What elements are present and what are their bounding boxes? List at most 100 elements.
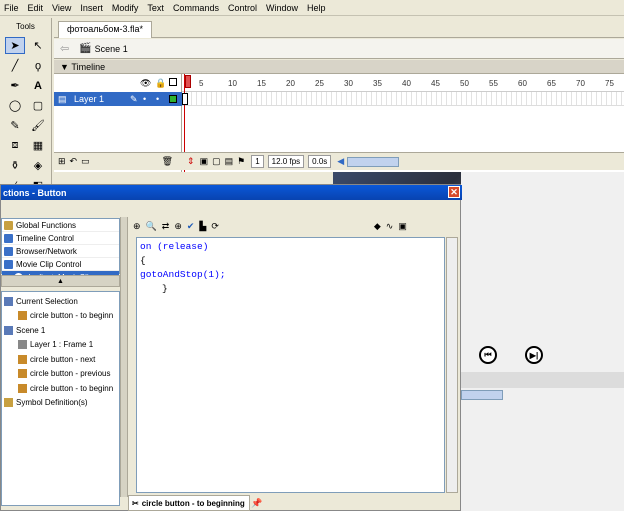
script-tab-label: circle button - to beginning (141, 498, 245, 508)
ruler-tick: 70 (576, 79, 585, 88)
fill-transform-tool-icon[interactable]: ▦ (28, 137, 48, 154)
ruler-tick: 30 (344, 79, 353, 88)
menu-item-insert[interactable]: Insert (80, 3, 103, 13)
outline-icon[interactable] (169, 78, 177, 86)
view-options-icon[interactable]: ▣ (398, 221, 407, 232)
arrow-tool-icon[interactable]: ➤ (5, 37, 25, 54)
free-transform-tool-icon[interactable]: ⧈ (5, 137, 25, 154)
pin-script-icon[interactable]: 📌 (251, 498, 262, 509)
scroll-left-icon[interactable]: ◀ (337, 156, 344, 167)
add-motion-guide-icon[interactable]: ↶ (70, 156, 78, 167)
next-button-icon[interactable]: ▶| (525, 346, 543, 364)
keyframe-icon[interactable] (182, 93, 188, 105)
tree-item[interactable]: circle button - to beginn (2, 381, 119, 396)
button-symbol-icon (18, 354, 27, 364)
stage-scrollbar[interactable] (461, 390, 503, 400)
find-icon[interactable]: 🔍 (146, 221, 157, 232)
action-category-item[interactable]: Movie Clip Control (2, 258, 119, 271)
tree-item[interactable]: Current Selection (2, 294, 119, 309)
lock-icon[interactable]: 🔒 (155, 78, 166, 89)
eye-icon[interactable]: 👁 (140, 78, 151, 89)
layer-row[interactable]: ▤ Layer 1 ✎ • • (54, 92, 182, 106)
menu-item-modify[interactable]: Modify (112, 3, 139, 13)
delete-layer-icon[interactable]: 🗑 (162, 156, 173, 167)
action-category-item[interactable]: Global Functions (2, 219, 119, 232)
pen-tool-icon[interactable]: ✒ (5, 77, 25, 94)
paint-bucket-tool-icon[interactable]: ◈ (28, 157, 48, 174)
tree-item[interactable]: Layer 1 : Frame 1 (2, 338, 119, 353)
vertical-splitter[interactable] (120, 217, 128, 497)
auto-format-icon[interactable]: ▙ (199, 221, 206, 232)
timeline-scrollbar[interactable] (347, 156, 400, 167)
tree-item[interactable]: Symbol Definition(s) (2, 396, 119, 411)
library-icon (4, 398, 13, 408)
code-hint-icon[interactable]: ⟳ (211, 221, 219, 232)
frame-ruler[interactable]: 5 10 15 20 25 30 35 40 45 50 55 60 65 70 75 (182, 74, 624, 92)
modify-onion-markers-icon[interactable]: ⚑ (237, 156, 245, 167)
text-tool-icon[interactable]: A (28, 77, 48, 94)
menu-item-window[interactable]: Window (266, 3, 298, 13)
target-path-icon[interactable]: ⊕ (174, 221, 182, 232)
oval-tool-icon[interactable]: ◯ (5, 97, 25, 114)
onion-skin-icon[interactable]: ▣ (200, 156, 209, 167)
script-editor[interactable]: on (release) { gotoAndStop(1); } (136, 237, 445, 493)
check-syntax-icon[interactable]: ✔ (187, 221, 195, 232)
edit-multiple-frames-icon[interactable]: ▤ (225, 156, 234, 167)
menu-item-edit[interactable]: Edit (28, 3, 44, 13)
frame-rate-field[interactable]: 12.0 fps (267, 155, 305, 168)
debug-options-icon[interactable]: ∿ (386, 221, 394, 232)
collapse-triangle-icon[interactable]: ▼ (60, 62, 71, 72)
insert-folder-icon[interactable]: ▭ (81, 156, 90, 167)
pencil-tool-icon[interactable]: ✎ (5, 117, 25, 134)
stage-lower-area: ⏮ ▶| (461, 172, 624, 511)
tree-item[interactable]: circle button - previous (2, 367, 119, 382)
menu-item-commands[interactable]: Commands (173, 3, 219, 13)
frame-row[interactable] (182, 92, 624, 106)
script-tab[interactable]: ✂ circle button - to beginning (128, 495, 250, 511)
script-navigator-tree[interactable]: Current Selection circle button - to begi… (1, 291, 120, 506)
tree-item-label: Scene 1 (16, 325, 46, 335)
subselect-tool-icon[interactable]: ↖ (28, 37, 48, 54)
onion-outlines-icon[interactable]: ▢ (212, 156, 221, 167)
ink-bottle-tool-icon[interactable]: ⚱ (5, 157, 25, 174)
ruler-tick: 10 (228, 79, 237, 88)
tree-item-label: Symbol Definition(s) (16, 398, 88, 408)
layer-color-icon[interactable] (169, 95, 177, 103)
editor-scrollbar[interactable] (446, 237, 458, 493)
add-action-icon[interactable]: ⊕ (133, 221, 141, 232)
menu-item-view[interactable]: View (52, 3, 71, 13)
document-tab[interactable]: фотоальбом-3.fla* (58, 21, 153, 38)
menu-item-control[interactable]: Control (228, 3, 257, 13)
lasso-tool-icon[interactable]: ϙ (28, 57, 48, 74)
replace-icon[interactable]: ⇄ (162, 221, 170, 232)
close-icon[interactable]: ✕ (448, 186, 460, 198)
tree-item[interactable]: Scene 1 (2, 323, 119, 338)
brush-tool-icon[interactable]: 🖌 (28, 117, 48, 134)
ruler-tick: 25 (315, 79, 324, 88)
reference-icon[interactable]: ◆ (374, 221, 381, 232)
button-symbol-icon: ✂ (132, 498, 139, 508)
tree-item[interactable]: circle button - next (2, 352, 119, 367)
rectangle-tool-icon[interactable]: ▢ (28, 97, 48, 114)
tree-item[interactable]: circle button - to beginn (2, 309, 119, 324)
timeline-header[interactable]: ▼ Timeline (54, 60, 624, 74)
action-category-item[interactable]: Browser/Network (2, 245, 119, 258)
visible-dot-icon[interactable]: • (143, 94, 146, 104)
to-beginning-button-icon[interactable]: ⏮ (479, 346, 497, 364)
tree-item-label: circle button - to beginn (30, 383, 114, 393)
back-arrow-icon[interactable]: ⇦ (60, 42, 69, 55)
pane-splitter-icon[interactable]: ▲ (1, 275, 120, 287)
actions-category-list[interactable]: Global Functions Timeline Control Browser/… (1, 218, 120, 284)
center-frame-icon[interactable]: ⇕ (187, 156, 195, 167)
insert-layer-icon[interactable]: ⊞ (58, 156, 66, 167)
scene-label[interactable]: Scene 1 (95, 44, 128, 54)
selection-icon (4, 296, 13, 306)
action-category-item[interactable]: Timeline Control (2, 232, 119, 245)
menu-item-file[interactable]: File (4, 3, 19, 13)
menu-item-text[interactable]: Text (147, 3, 164, 13)
tools-panel: Tools ➤ ↖ ╱ ϙ ✒ A ◯ ▢ ✎ 🖌 ⧈ ▦ ⚱ ◈ ⁄ ◧ (0, 18, 52, 192)
line-tool-icon[interactable]: ╱ (5, 57, 25, 74)
menu-item-help[interactable]: Help (307, 3, 326, 13)
lock-dot-icon[interactable]: • (156, 94, 159, 104)
playhead-handle[interactable] (185, 75, 191, 88)
